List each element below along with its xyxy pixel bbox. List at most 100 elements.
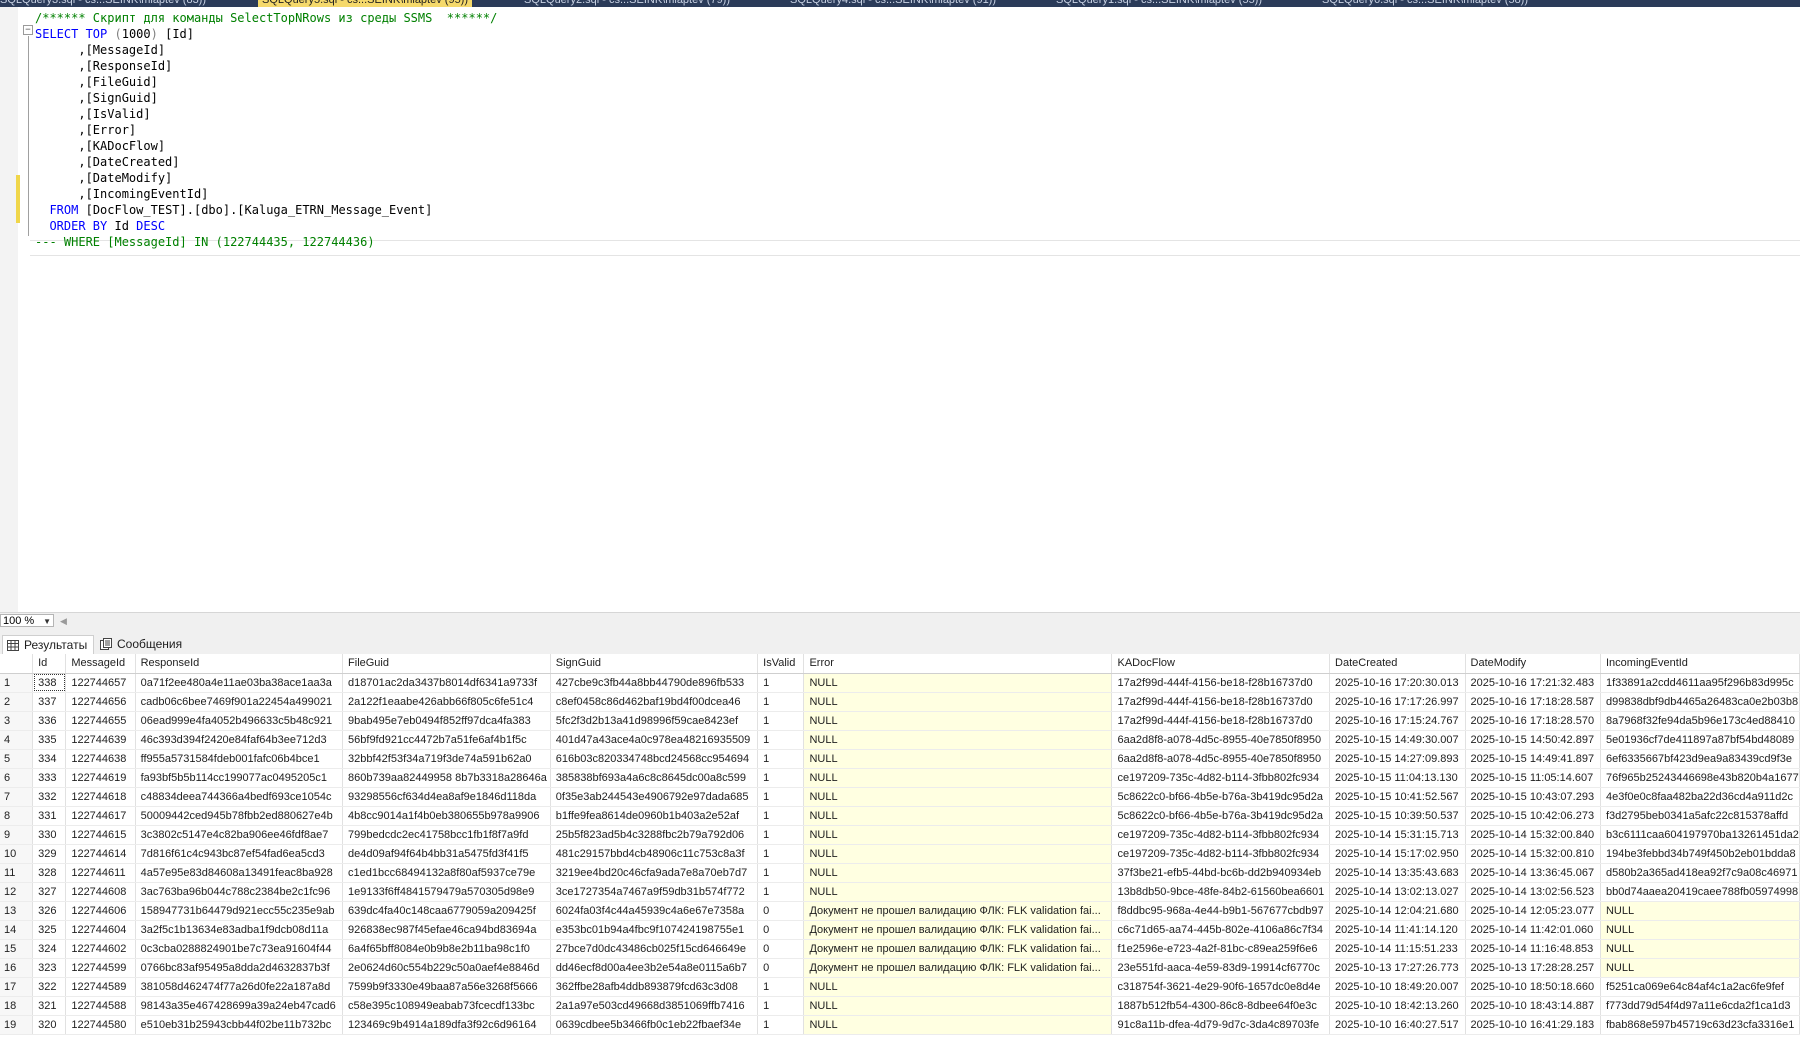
- row-number[interactable]: 13: [0, 901, 34, 921]
- grid-cell[interactable]: 322: [32, 977, 67, 997]
- row-number[interactable]: 1: [0, 673, 34, 693]
- grid-cell[interactable]: 616b03c820334748bcd24568cc954694: [550, 749, 759, 769]
- grid-cell[interactable]: 25b5f823ad5b4c3288fbc2b79a792d06: [550, 825, 759, 845]
- grid-cell[interactable]: 2a1a97e503cd49668d3851069ffb7416: [550, 996, 759, 1016]
- grid-cell[interactable]: 7d816f61c4c943bc87ef54fad6ea5cd3: [135, 844, 344, 864]
- grid-cell[interactable]: 158947731b64479d921ecc55c235e9ab: [135, 901, 344, 921]
- table-row[interactable]: 8 331 122744617 50009442ced945b78fbb2ed8806…: [0, 806, 1800, 826]
- scroll-left-icon[interactable]: ◀: [60, 616, 67, 627]
- grid-cell[interactable]: 2025-10-14 11:16:48.853: [1465, 939, 1601, 959]
- row-number[interactable]: 5: [0, 749, 34, 769]
- table-row[interactable]: 19 320 122744580 e510eb31b25943cbb44f02be11…: [0, 1015, 1800, 1035]
- grid-cell[interactable]: 1: [757, 730, 805, 750]
- grid-cell[interactable]: 5fc2f3d2b13a41d98996f59cae8423ef: [550, 711, 759, 731]
- grid-cell[interactable]: 2025-10-14 11:41:14.120: [1329, 920, 1466, 940]
- row-number[interactable]: 14: [0, 920, 34, 940]
- grid-cell[interactable]: 2025-10-15 11:04:13.130: [1329, 768, 1466, 788]
- grid-cell[interactable]: 27bce7d0dc43486cb025f15cd646649e: [550, 939, 759, 959]
- grid-cell[interactable]: 2025-10-15 14:27:09.893: [1329, 749, 1466, 769]
- grid-cell[interactable]: 3ce1727354a7467a9f59db31b574f772: [550, 882, 759, 902]
- column-header[interactable]: IsValid: [757, 654, 805, 674]
- grid-cell[interactable]: e510eb31b25943cbb44f02be11b732bc: [135, 1015, 344, 1035]
- grid-cell[interactable]: 2025-10-14 15:32:00.810: [1465, 844, 1601, 864]
- grid-cell[interactable]: 1: [757, 825, 805, 845]
- grid-cell[interactable]: 2025-10-15 10:41:52.567: [1329, 787, 1466, 807]
- grid-cell[interactable]: 122744580: [65, 1015, 136, 1035]
- grid-cell[interactable]: 32bbf42f53f34a719f3de74a591b62a0: [342, 749, 551, 769]
- grid-cell[interactable]: 122744589: [65, 977, 136, 997]
- grid-cell[interactable]: 323: [32, 958, 67, 978]
- collapse-icon[interactable]: −: [23, 25, 33, 35]
- grid-cell[interactable]: 2025-10-14 12:04:21.680: [1329, 901, 1466, 921]
- table-row[interactable]: 6 333 122744619 fa93bf5b5b114cc199077ac0495…: [0, 768, 1800, 788]
- grid-cell[interactable]: 427cbe9c3fb44a8bb44790de896fb533: [550, 673, 759, 693]
- grid-cell[interactable]: 122744638: [65, 749, 136, 769]
- grid-cell[interactable]: 320: [32, 1015, 67, 1035]
- grid-cell[interactable]: de4d09af94f64b4bb31a5475fd3f41f5: [342, 844, 551, 864]
- grid-cell[interactable]: NULL: [803, 673, 1113, 693]
- row-number[interactable]: 19: [0, 1015, 34, 1035]
- grid-cell[interactable]: 1: [757, 673, 805, 693]
- grid-cell[interactable]: c1ed1bcc68494132a8f80af5937ce79e: [342, 863, 551, 883]
- grid-cell[interactable]: NULL: [803, 749, 1113, 769]
- grid-cell[interactable]: 1: [757, 787, 805, 807]
- grid-cell[interactable]: ce197209-735c-4d82-b114-3fbb802fc934: [1111, 844, 1331, 864]
- document-tab[interactable]: SQLQuery5.sql - cs...SEINK\miaptev (95)): [258, 0, 473, 7]
- grid-cell[interactable]: 3ac763ba96b044c788c2384be2c1fc96: [135, 882, 344, 902]
- grid-cell[interactable]: 76f965b25243446698e43b820b4a1677: [1600, 768, 1800, 788]
- grid-cell[interactable]: 324: [32, 939, 67, 959]
- grid-cell[interactable]: 1: [757, 711, 805, 731]
- grid-corner[interactable]: [0, 654, 34, 674]
- grid-cell[interactable]: c58e395c108949eabab73fcecdf133bc: [342, 996, 551, 1016]
- grid-cell[interactable]: 56bf9fd921cc4472b7a51fe6af4b1f5c: [342, 730, 551, 750]
- grid-cell[interactable]: 6aa2d8f8-a078-4d5c-8955-40e7850f8950: [1111, 730, 1331, 750]
- grid-cell[interactable]: 334: [32, 749, 67, 769]
- grid-cell[interactable]: 0: [757, 958, 805, 978]
- grid-cell[interactable]: NULL: [803, 768, 1113, 788]
- table-row[interactable]: 14 325 122744604 3a2f5c1b13634e83adba1f9dcb…: [0, 920, 1800, 940]
- grid-cell[interactable]: 2025-10-16 17:20:30.013: [1329, 673, 1466, 693]
- grid-cell[interactable]: 6a4f65bff8084e0b9b8e2b11ba98c1f0: [342, 939, 551, 959]
- grid-cell[interactable]: 2a122f1eaabe426abb66f805c6fe51c4: [342, 692, 551, 712]
- row-number[interactable]: 15: [0, 939, 34, 959]
- grid-cell[interactable]: 122744588: [65, 996, 136, 1016]
- grid-cell[interactable]: 2025-10-10 16:40:27.517: [1329, 1015, 1466, 1035]
- column-header[interactable]: DateCreated: [1329, 654, 1466, 674]
- column-header[interactable]: Id: [32, 654, 67, 674]
- grid-cell[interactable]: 1: [757, 863, 805, 883]
- grid-cell[interactable]: 4e3f0e0c8faa482ba22d36cd4a911d2c: [1600, 787, 1800, 807]
- grid-cell[interactable]: 0: [757, 939, 805, 959]
- grid-cell[interactable]: 2025-10-14 15:31:15.713: [1329, 825, 1466, 845]
- table-row[interactable]: 17 322 122744589 381058d462474f77a26d0fe22a…: [0, 977, 1800, 997]
- grid-cell[interactable]: 122744608: [65, 882, 136, 902]
- grid-cell[interactable]: 2025-10-13 17:28:28.257: [1465, 958, 1601, 978]
- grid-cell[interactable]: 122744599: [65, 958, 136, 978]
- grid-cell[interactable]: NULL: [1600, 958, 1800, 978]
- grid-cell[interactable]: 401d47a43ace4a0c978ea48216935509: [550, 730, 759, 750]
- grid-cell[interactable]: e353bc01b94a4fbc9f107424198755e1: [550, 920, 759, 940]
- grid-cell[interactable]: 337: [32, 692, 67, 712]
- grid-cell[interactable]: 2025-10-10 18:42:13.260: [1329, 996, 1466, 1016]
- grid-cell[interactable]: 2025-10-15 11:05:14.607: [1465, 768, 1601, 788]
- table-row[interactable]: 3 336 122744655 06ead999e4fa4052b496633c5b4…: [0, 711, 1800, 731]
- grid-cell[interactable]: f1e2596e-e723-4a2f-81bc-c89ea259f6e6: [1111, 939, 1331, 959]
- tab-messages[interactable]: Сообщения: [96, 635, 188, 653]
- grid-cell[interactable]: 122744657: [65, 673, 136, 693]
- grid-cell[interactable]: 1f33891a2cdd4611aa95f296b83d995c: [1600, 673, 1800, 693]
- row-number[interactable]: 6: [0, 768, 34, 788]
- row-number[interactable]: 18: [0, 996, 34, 1016]
- row-number[interactable]: 8: [0, 806, 34, 826]
- document-tab[interactable]: SQLQuery6.sql - cs...SEINK\miaptev (58)): [1322, 0, 1528, 7]
- grid-cell[interactable]: 2025-10-15 14:49:41.897: [1465, 749, 1601, 769]
- grid-cell[interactable]: NULL: [803, 730, 1113, 750]
- table-row[interactable]: 9 330 122744615 3c3802c5147e4c82ba906ee46fd…: [0, 825, 1800, 845]
- grid-cell[interactable]: 122744619: [65, 768, 136, 788]
- grid-cell[interactable]: 37f3be21-efb5-44bd-bc6b-dd2b940934eb: [1111, 863, 1331, 883]
- grid-cell[interactable]: 13b8db50-9bce-48fe-84b2-61560bea6601: [1111, 882, 1331, 902]
- grid-cell[interactable]: NULL: [803, 1015, 1113, 1035]
- grid-cell[interactable]: 2025-10-15 10:42:06.273: [1465, 806, 1601, 826]
- grid-cell[interactable]: Документ не прошел валидацию ФЛК: FLK va…: [803, 901, 1113, 921]
- grid-cell[interactable]: 2025-10-14 13:35:43.683: [1329, 863, 1466, 883]
- table-row[interactable]: 18 321 122744588 98143a35e467428699a39a24eb…: [0, 996, 1800, 1016]
- document-tab[interactable]: SQLQuery2.sql - cs...SEINK\miaptev (79)): [524, 0, 730, 7]
